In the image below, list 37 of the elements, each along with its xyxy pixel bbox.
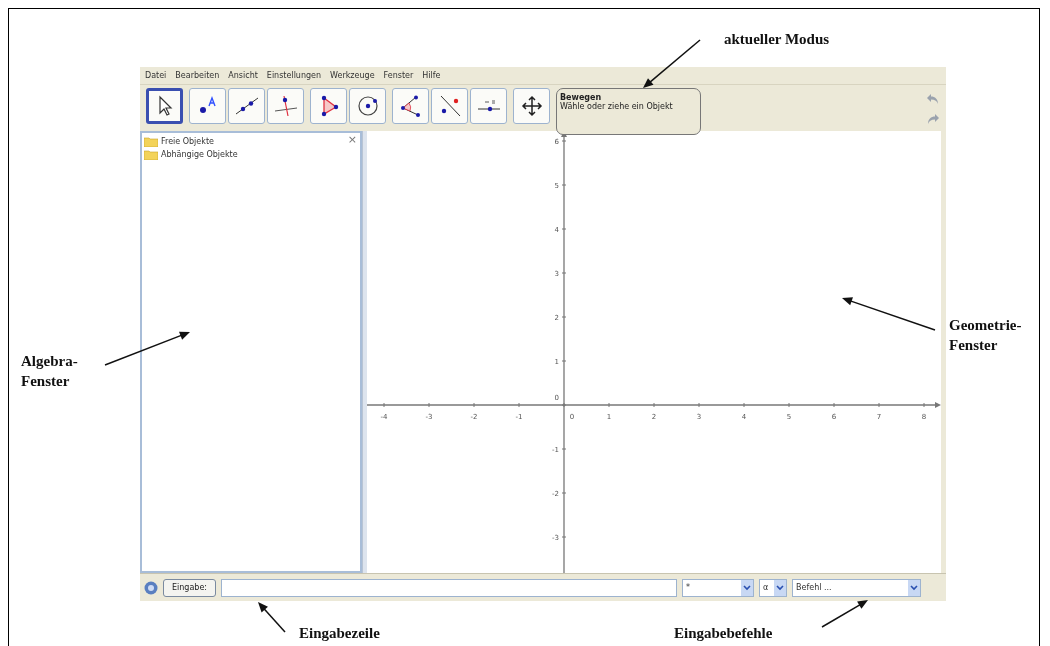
tool-button[interactable] <box>310 88 347 124</box>
tool-button[interactable] <box>349 88 386 124</box>
arrow <box>821 600 868 628</box>
menu-item[interactable]: Bearbeiten <box>175 71 220 80</box>
menu-item[interactable]: Datei <box>145 71 167 80</box>
input-button[interactable]: Eingabe: <box>163 578 217 597</box>
folder-label: Abhängige Objekte <box>161 150 238 159</box>
tool-button[interactable] <box>228 88 265 124</box>
perpendicular-icon <box>272 94 299 118</box>
help-icon[interactable] <box>144 580 158 595</box>
tool-button[interactable] <box>392 88 429 124</box>
tool-button[interactable] <box>513 88 550 124</box>
mode-name: Bewegen <box>560 93 602 102</box>
folder-icon <box>144 136 158 147</box>
folder-item[interactable]: Freie Objekte <box>144 135 214 148</box>
menu-item[interactable]: Hilfe <box>422 71 441 80</box>
folder-item[interactable]: Abhängige Objekte <box>144 148 238 161</box>
annotation-label: aktueller Modus <box>724 30 830 49</box>
close-button[interactable]: × <box>347 133 357 146</box>
annotation-label: Geometrie- Fenster <box>949 316 1022 355</box>
arrow <box>258 602 286 633</box>
annotation-label: Eingabebefehle <box>674 624 773 643</box>
menu-item[interactable]: Einstellungen <box>266 71 322 80</box>
annotation-label: Eingabezeile <box>299 624 380 643</box>
greek-dropdown[interactable]: α <box>759 578 788 597</box>
input-field[interactable] <box>221 578 678 597</box>
tool-button[interactable] <box>146 88 183 124</box>
folder-label: Freie Objekte <box>161 137 214 146</box>
annotation-label: Algebra- Fenster <box>21 352 78 391</box>
mode-help-text: Wähle oder ziehe ein Objekt <box>560 102 674 111</box>
symbol-dropdown[interactable]: * <box>682 578 755 597</box>
arrow <box>643 39 701 88</box>
menu-item[interactable]: Werkzeuge <box>330 71 375 80</box>
menu-item[interactable]: Fenster <box>383 71 414 80</box>
command-dropdown[interactable]: Befehl ... <box>792 578 922 597</box>
folder-icon <box>144 149 158 160</box>
menu-item[interactable]: Ansicht <box>228 71 258 80</box>
